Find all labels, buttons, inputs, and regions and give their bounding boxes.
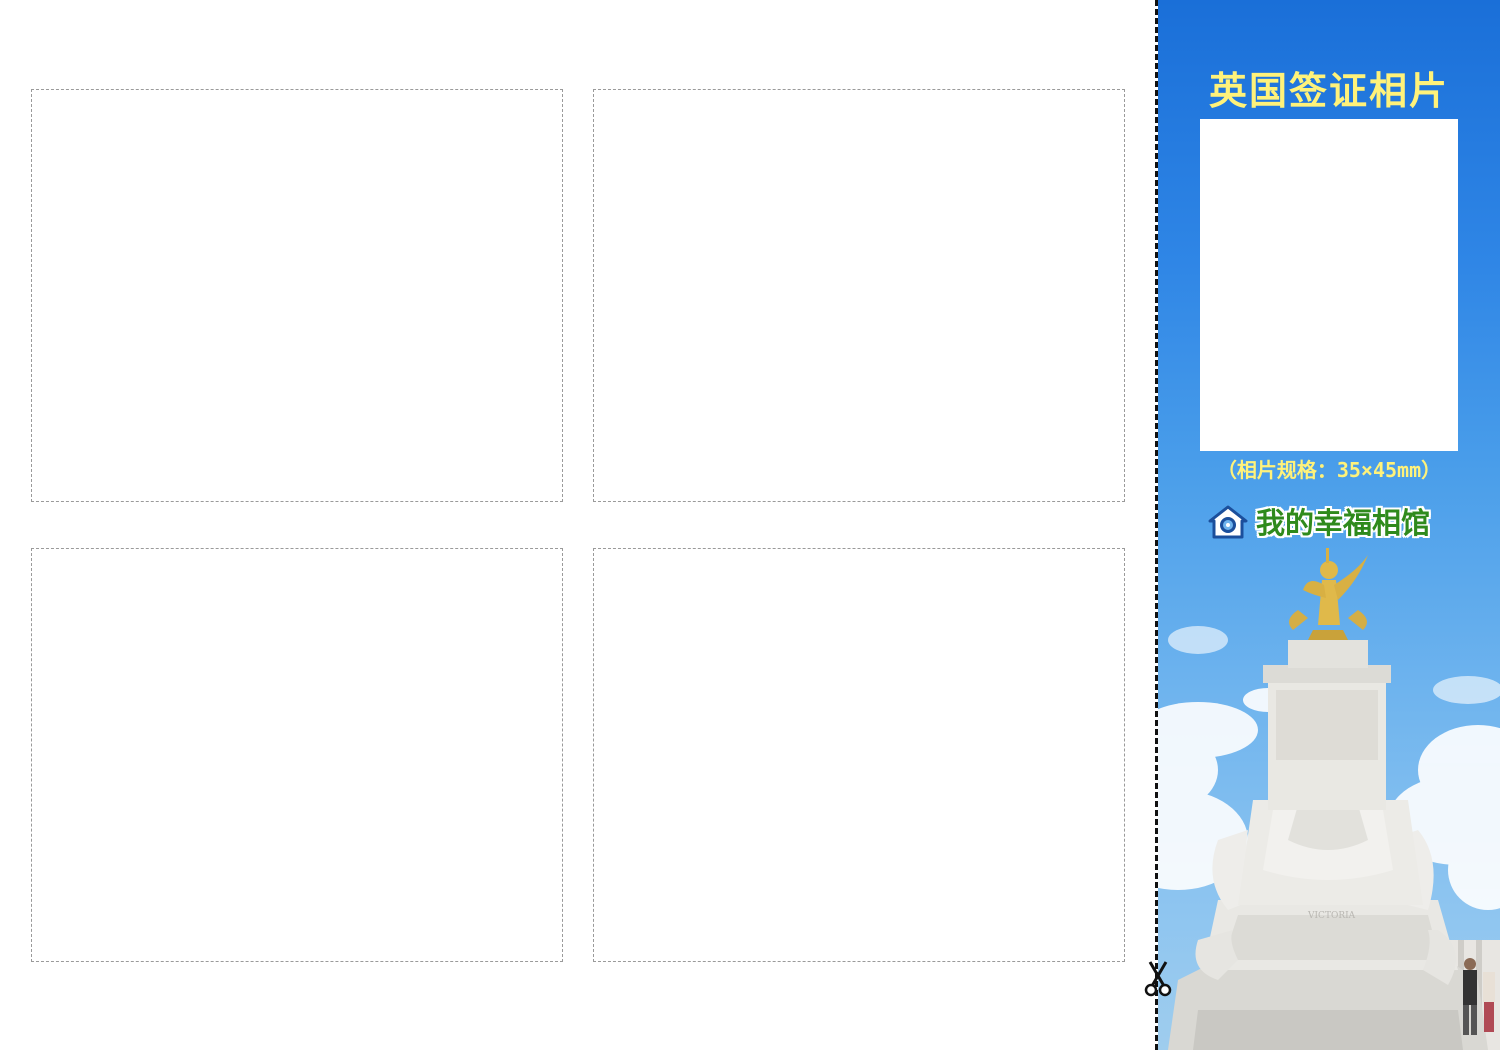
house-camera-icon <box>1208 505 1248 539</box>
studio-brand: 我的幸福相馆 <box>1206 502 1430 544</box>
print-sheet: VICTORIA 英国签证相片 （相片规格：35×45mm） 我的幸福相馆 <box>0 0 1500 1050</box>
svg-text:VICTORIA: VICTORIA <box>1307 911 1356 921</box>
visa-title: 英国签证相片 <box>1208 69 1449 113</box>
monument-photo: VICTORIA <box>1158 548 1500 1050</box>
cut-line <box>1155 0 1158 1050</box>
photo-slot-3[interactable] <box>31 548 563 962</box>
studio-name: 我的幸福相馆 <box>1256 506 1431 540</box>
photo-spec-text: （相片规格：35×45mm） <box>1216 458 1442 482</box>
sample-photo-box[interactable] <box>1200 119 1458 451</box>
photo-slot-1[interactable] <box>31 89 563 502</box>
photo-slot-4[interactable] <box>593 548 1125 962</box>
visa-info-panel: VICTORIA 英国签证相片 （相片规格：35×45mm） 我的幸福相馆 <box>1158 0 1500 1050</box>
scissors-icon <box>1144 961 1172 997</box>
photo-slot-2[interactable] <box>593 89 1125 502</box>
